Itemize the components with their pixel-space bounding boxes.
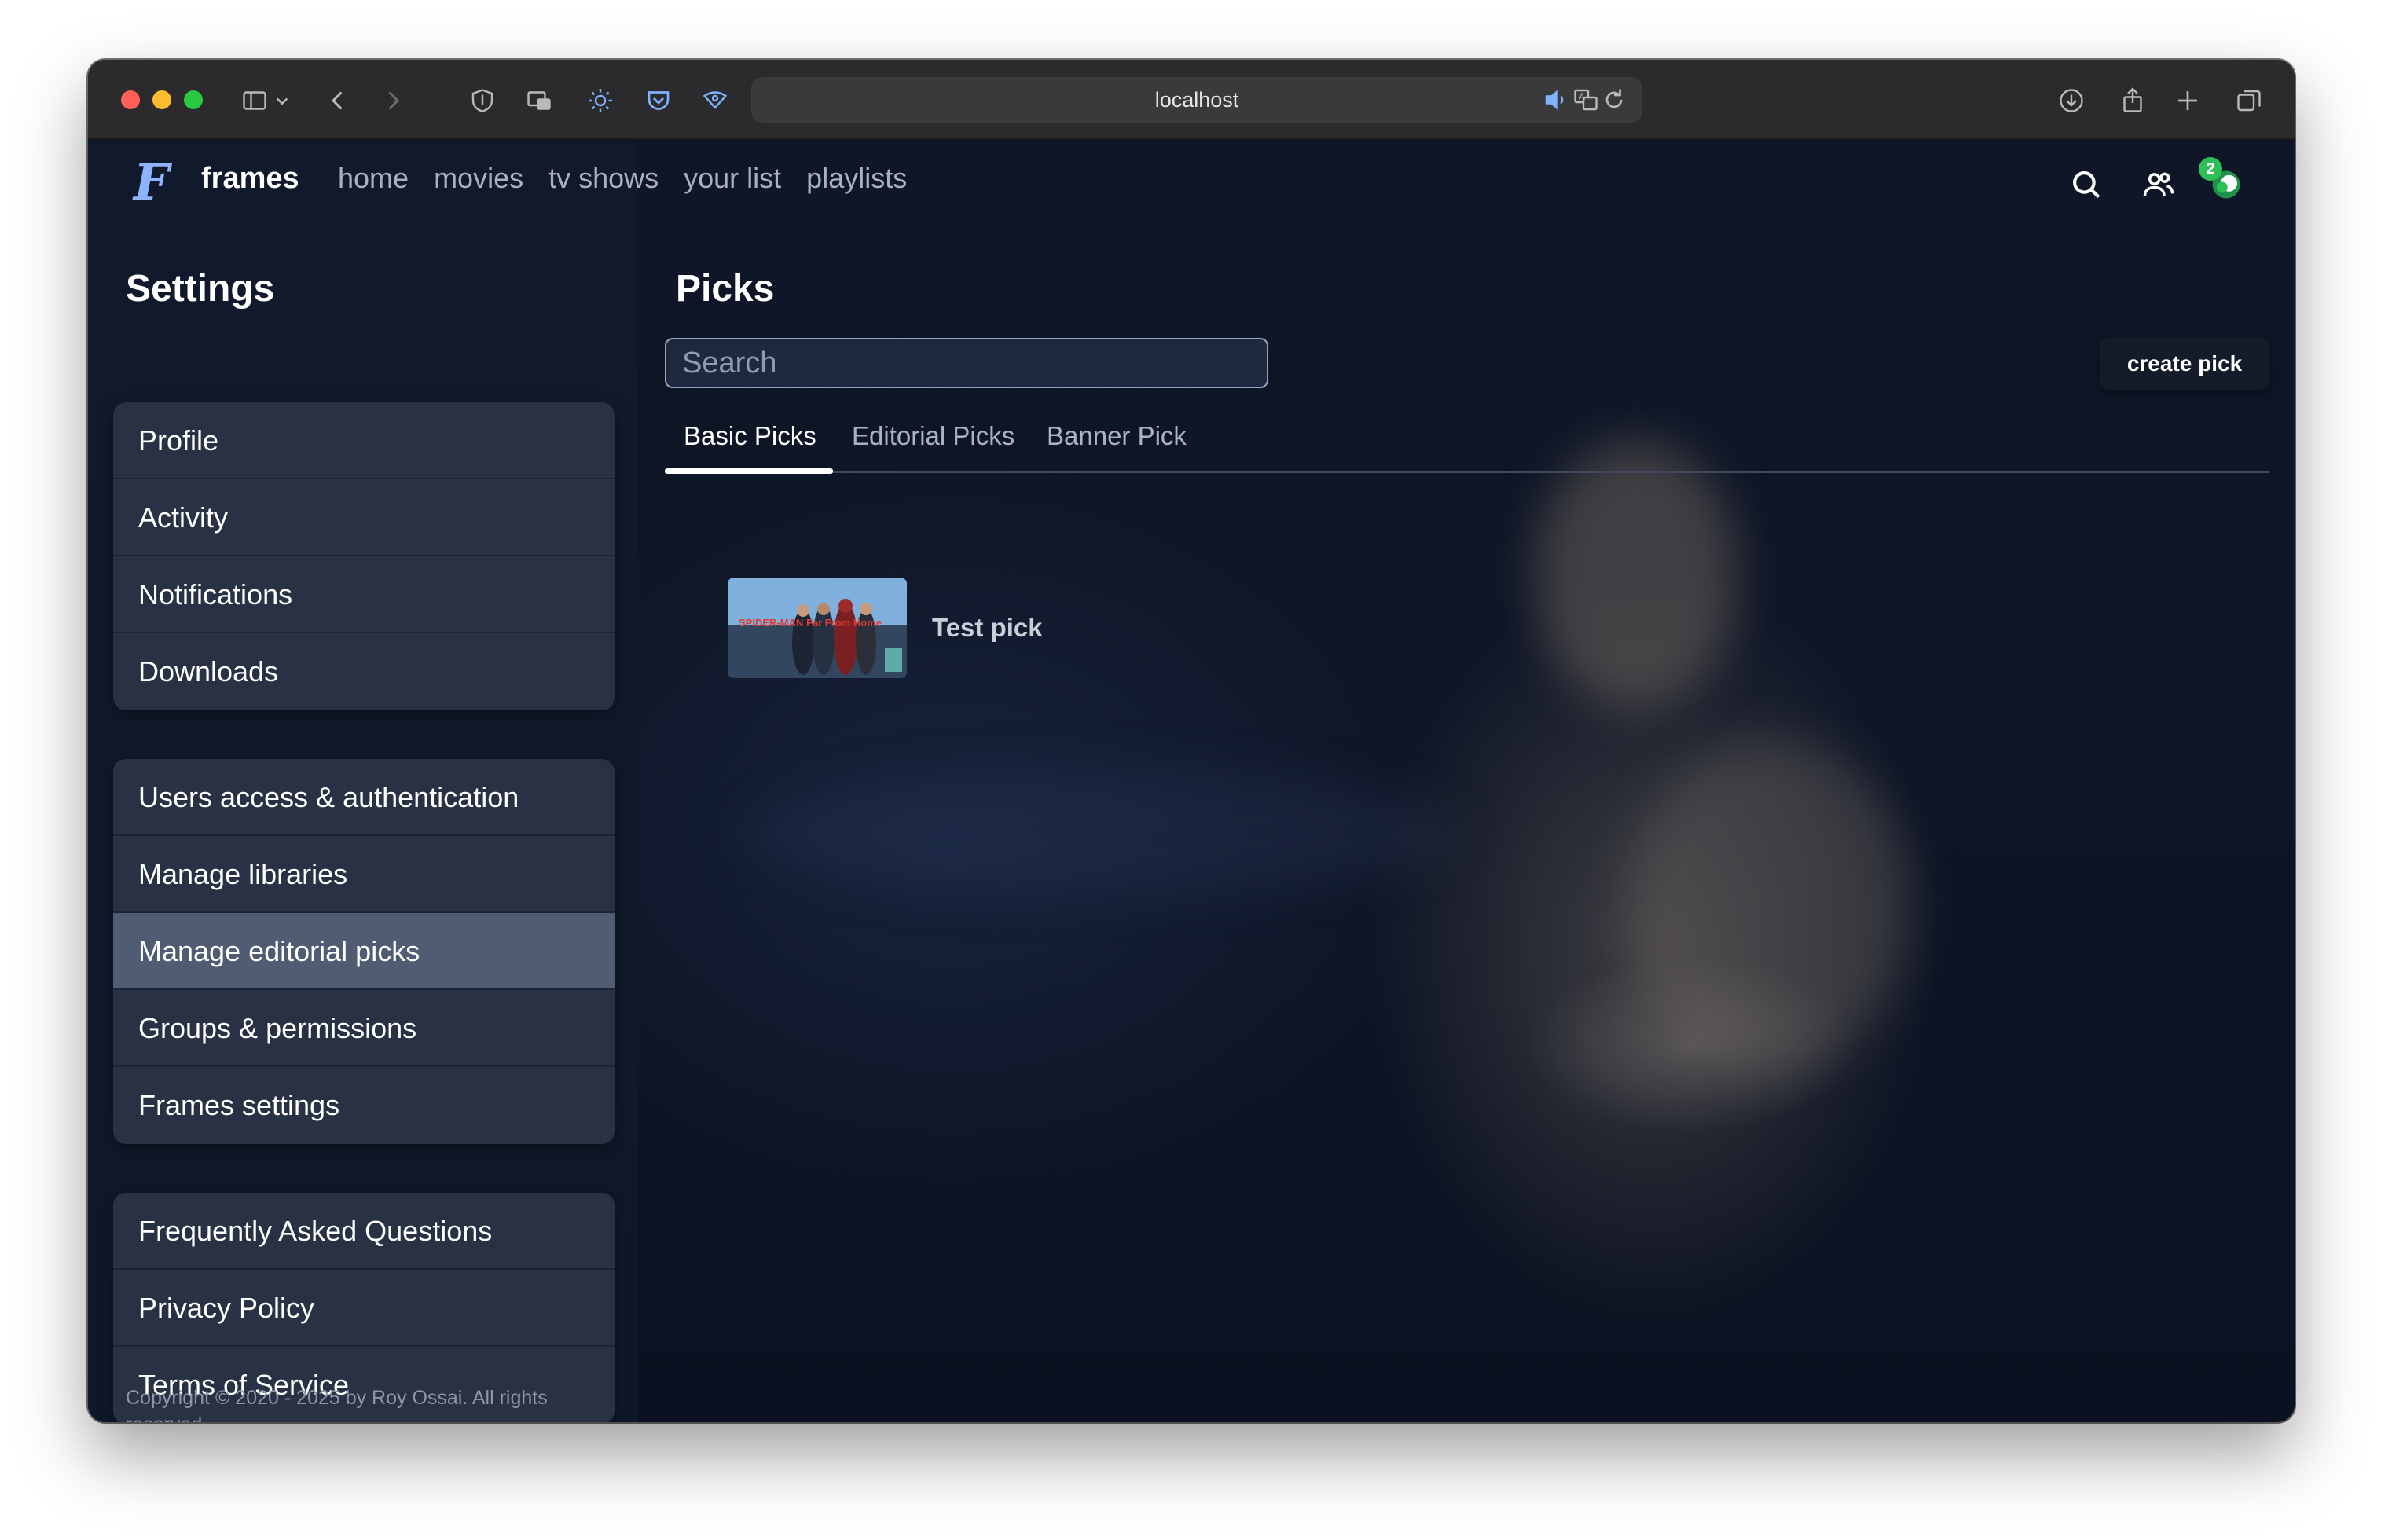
- url-text: localhost: [1154, 88, 1239, 112]
- sidebar-item-users-access[interactable]: Users access & authentication: [113, 759, 615, 836]
- poster-title-text: SPIDER-MAN Far From Home: [739, 617, 882, 629]
- browser-toolbar: localhost A: [88, 60, 2295, 140]
- sidebar-item-notifications[interactable]: Notifications: [113, 556, 615, 633]
- picture-in-picture-icon[interactable]: [522, 83, 556, 118]
- sidebar-item-profile[interactable]: Profile: [113, 402, 615, 479]
- active-tab-indicator: [665, 468, 833, 474]
- sidebar-item-manage-libraries[interactable]: Manage libraries: [113, 836, 615, 913]
- sidebar-item-activity[interactable]: Activity: [113, 479, 615, 556]
- settings-group-admin: Users access & authentication Manage lib…: [113, 759, 615, 1144]
- users-icon[interactable]: [2139, 165, 2178, 204]
- browser-window: localhost A F frames home movies tv show…: [88, 60, 2295, 1422]
- tab-banner-pick[interactable]: Banner Pick: [1047, 421, 1187, 451]
- sidebar-item-frames-settings[interactable]: Frames settings: [113, 1067, 615, 1144]
- back-icon[interactable]: [321, 83, 355, 118]
- background-blur-shape: [1628, 739, 1911, 1069]
- tab-editorial-picks[interactable]: Editorial Picks: [852, 421, 1014, 451]
- brand-name[interactable]: frames: [201, 162, 299, 196]
- settings-group-account: Profile Activity Notifications Downloads: [113, 402, 615, 710]
- main-nav-links: home movies tv shows your list playlists: [338, 162, 907, 195]
- tab-basic-picks[interactable]: Basic Picks: [684, 421, 816, 451]
- pick-name[interactable]: Test pick: [932, 613, 1043, 643]
- picks-tabs: Basic Picks Editorial Picks Banner Pick: [665, 405, 2269, 474]
- address-bar[interactable]: localhost A: [751, 77, 1642, 123]
- nav-link-home[interactable]: home: [338, 162, 409, 195]
- notification-badge: 2: [2199, 157, 2222, 181]
- forward-icon[interactable]: [376, 83, 410, 118]
- sidebar-item-faq[interactable]: Frequently Asked Questions: [113, 1193, 615, 1270]
- sidebar-item-downloads[interactable]: Downloads: [113, 633, 615, 710]
- pick-poster-image[interactable]: SPIDER-MAN Far From Home: [728, 578, 907, 678]
- reload-icon[interactable]: [1597, 82, 1631, 117]
- download-icon[interactable]: [2054, 83, 2089, 118]
- search-input[interactable]: [665, 338, 1268, 388]
- sidebar-item-groups-permissions[interactable]: Groups & permissions: [113, 990, 615, 1067]
- frames-logo-icon[interactable]: F: [134, 156, 181, 211]
- nav-link-your-list[interactable]: your list: [684, 162, 781, 195]
- search-icon[interactable]: [2067, 165, 2106, 204]
- nav-link-playlists[interactable]: playlists: [806, 162, 907, 195]
- poster-artwork: SPIDER-MAN Far From Home: [728, 578, 907, 678]
- extension-icon[interactable]: [698, 83, 732, 118]
- create-pick-button[interactable]: create pick: [2100, 338, 2269, 390]
- background-blur-shape: [748, 770, 1455, 896]
- page-title: Picks: [676, 268, 775, 310]
- sidebar-toggle-icon[interactable]: [237, 83, 272, 118]
- close-window-button[interactable]: [121, 90, 140, 109]
- svg-text:A: A: [1579, 91, 1585, 102]
- tab-overview-icon[interactable]: [2232, 83, 2266, 118]
- minimize-window-button[interactable]: [152, 90, 171, 109]
- zoom-window-button[interactable]: [184, 90, 203, 109]
- chevron-down-icon[interactable]: [270, 83, 294, 118]
- app-viewport: F frames home movies tv shows your list …: [88, 141, 2295, 1422]
- list-item[interactable]: SPIDER-MAN Far From Home Test pick: [728, 577, 1043, 679]
- share-icon[interactable]: [2115, 83, 2150, 118]
- top-navigation: F frames home movies tv shows your list …: [88, 141, 2295, 228]
- settings-title: Settings: [126, 268, 275, 310]
- new-tab-icon[interactable]: [2170, 83, 2205, 118]
- sidebar-item-manage-editorial-picks[interactable]: Manage editorial picks: [113, 913, 615, 990]
- copyright-text: Copyright © 2020 - 2025 by Roy Ossai. Al…: [126, 1387, 548, 1422]
- sidebar-item-privacy-policy[interactable]: Privacy Policy: [113, 1270, 615, 1347]
- brightness-icon[interactable]: [583, 83, 618, 118]
- nav-link-tv-shows[interactable]: tv shows: [548, 162, 659, 195]
- background-blur-shape: [1534, 440, 1738, 707]
- shield-icon[interactable]: [465, 83, 500, 118]
- nav-link-movies[interactable]: movies: [434, 162, 523, 195]
- pocket-icon[interactable]: [641, 83, 676, 118]
